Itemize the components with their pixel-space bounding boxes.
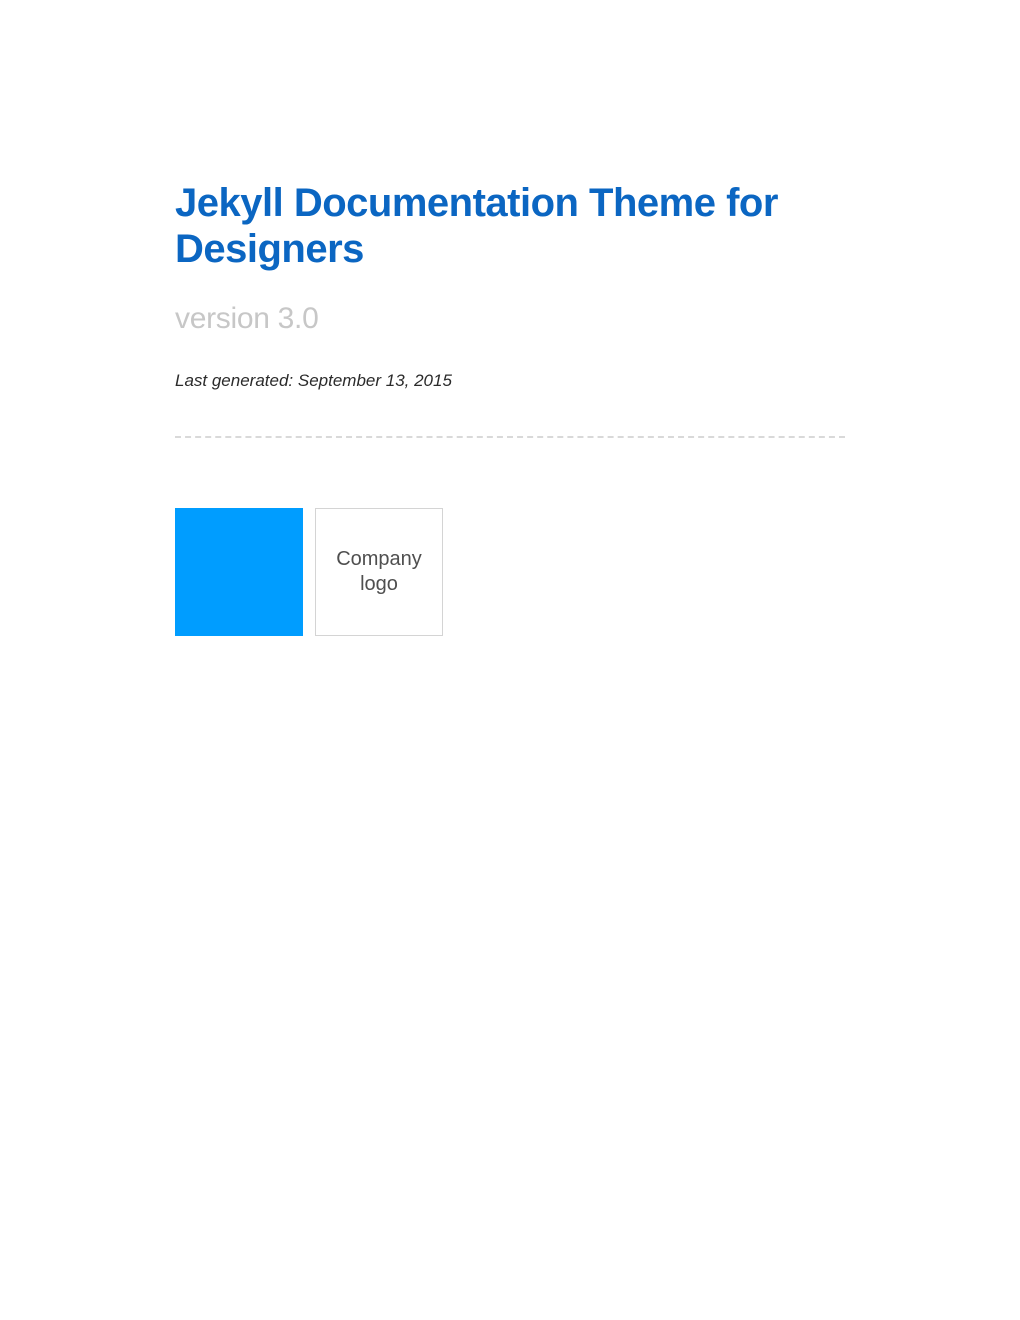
page-title: Jekyll Documentation Theme for Designers	[175, 180, 845, 272]
logo-color-swatch	[175, 508, 303, 636]
company-logo-placeholder: Company logo	[315, 508, 443, 636]
divider	[175, 436, 845, 438]
version-label: version 3.0	[175, 302, 845, 336]
last-generated-label: Last generated: September 13, 2015	[175, 371, 845, 391]
logo-row: Company logo	[175, 508, 845, 636]
